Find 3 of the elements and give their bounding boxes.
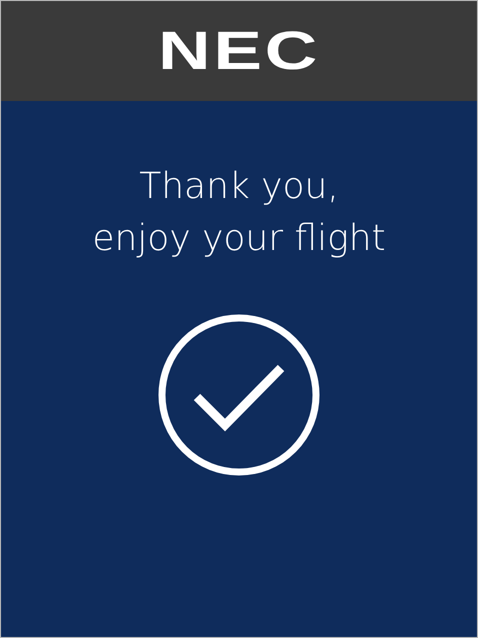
logo: NEC bbox=[158, 24, 320, 78]
checkmark-circle-icon bbox=[157, 313, 321, 478]
thank-you-message: Thank you, enjoy your flight bbox=[92, 165, 386, 262]
